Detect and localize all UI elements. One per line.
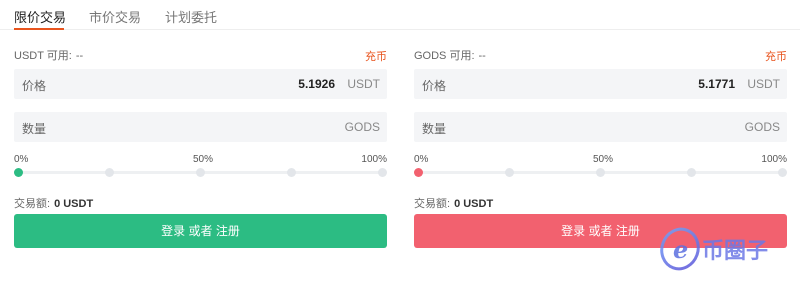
- buy-quantity-input[interactable]: 数量 GODS: [14, 112, 387, 142]
- watermark-logo-icon: e 币圈子: [660, 227, 768, 271]
- watermark-text: 币圈子: [702, 239, 768, 264]
- buy-deposit-link[interactable]: 充币: [365, 48, 387, 64]
- buy-panel: USDT 可用: -- 充币 价格 5.1926 USDT 数量 GODS 0% …: [14, 30, 387, 281]
- sell-slider-end-label: 100%: [761, 154, 787, 165]
- buy-price-label: 价格: [22, 79, 47, 93]
- sell-slider-handle[interactable]: [414, 168, 423, 177]
- sell-available-value: --: [478, 50, 486, 62]
- buy-slider-start-label: 0%: [14, 154, 29, 165]
- buy-amount-value: 0 USDT: [54, 198, 94, 210]
- sell-slider-step-75[interactable]: [687, 168, 696, 177]
- sell-price-unit: USDT: [747, 77, 780, 91]
- buy-slider-step-75[interactable]: [287, 168, 296, 177]
- buy-amount-label: 交易额:: [14, 198, 51, 210]
- tab-market-order[interactable]: 市价交易: [89, 7, 141, 26]
- order-type-tabs: 限价交易 市价交易 计划委托: [0, 0, 800, 30]
- sell-percent-slider[interactable]: 0% 50% 100%: [414, 154, 787, 182]
- buy-quantity-unit: GODS: [344, 120, 380, 134]
- tab-limit-order[interactable]: 限价交易: [14, 7, 66, 26]
- buy-slider-step-50[interactable]: [196, 168, 205, 177]
- sell-slider-start-label: 0%: [414, 154, 429, 165]
- buy-quantity-label: 数量: [22, 122, 47, 136]
- buy-available: USDT 可用: --: [14, 47, 83, 63]
- sell-quantity-unit: GODS: [744, 120, 780, 134]
- buy-price-input[interactable]: 价格 5.1926 USDT: [14, 69, 387, 99]
- sell-quantity-label: 数量: [422, 122, 447, 136]
- buy-slider-mid-label: 50%: [193, 154, 214, 165]
- buy-slider-step-100[interactable]: [378, 168, 387, 177]
- svg-text:e: e: [673, 235, 688, 264]
- buy-price-unit: USDT: [347, 77, 380, 91]
- tab-trigger-order[interactable]: 计划委托: [165, 7, 217, 26]
- sell-slider-mid-label: 50%: [593, 154, 614, 165]
- buy-available-value: --: [75, 50, 84, 62]
- buy-login-register-button[interactable]: 登录 或者 注册: [14, 214, 387, 248]
- sell-amount-label: 交易额:: [414, 198, 451, 210]
- sell-slider-step-25[interactable]: [505, 168, 514, 177]
- sell-amount-value: 0 USDT: [454, 198, 494, 210]
- sell-price-value: 5.1771: [698, 77, 735, 91]
- buy-slider-handle[interactable]: [14, 168, 23, 177]
- buy-price-value: 5.1926: [298, 77, 335, 91]
- buy-trade-amount: 交易额: 0 USDT: [14, 195, 93, 211]
- sell-slider-step-50[interactable]: [596, 168, 605, 177]
- sell-available-label: GODS 可用:: [414, 50, 475, 62]
- sell-quantity-input[interactable]: 数量 GODS: [414, 112, 787, 142]
- watermark-logo: e 币圈子: [650, 218, 800, 278]
- sell-trade-amount: 交易额: 0 USDT: [414, 195, 493, 211]
- buy-slider-step-25[interactable]: [105, 168, 114, 177]
- sell-price-input[interactable]: 价格 5.1771 USDT: [414, 69, 787, 99]
- buy-slider-end-label: 100%: [361, 154, 387, 165]
- sell-slider-step-100[interactable]: [778, 168, 787, 177]
- sell-available: GODS 可用: --: [414, 47, 486, 63]
- buy-percent-slider[interactable]: 0% 50% 100%: [14, 154, 387, 182]
- sell-price-label: 价格: [422, 79, 447, 93]
- buy-available-label: USDT 可用:: [14, 50, 72, 62]
- sell-deposit-link[interactable]: 充币: [765, 48, 787, 64]
